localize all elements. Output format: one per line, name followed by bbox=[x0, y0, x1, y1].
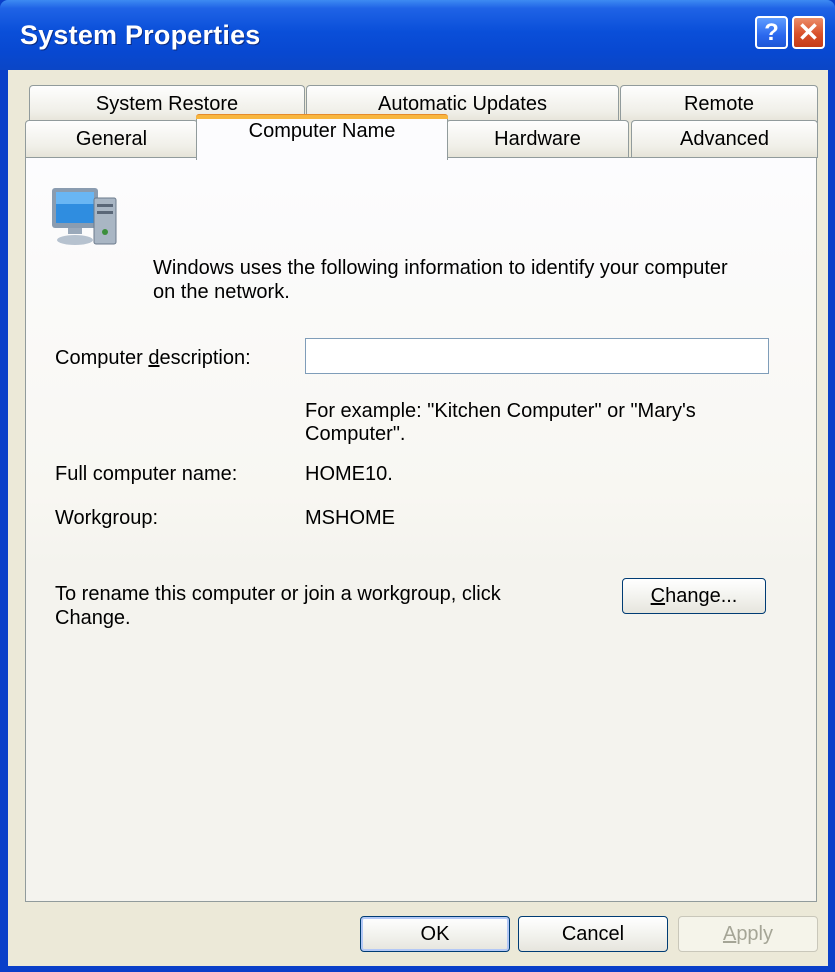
tab-hardware[interactable]: Hardware bbox=[446, 120, 629, 158]
ok-button[interactable]: OK bbox=[360, 916, 510, 952]
rename-text-line1: To rename this computer or join a workgr… bbox=[55, 583, 501, 605]
apply-button[interactable]: Apply bbox=[678, 916, 818, 952]
help-button[interactable]: ? bbox=[755, 16, 788, 49]
computer-description-label: Computer description: bbox=[55, 346, 251, 370]
computer-name-panel: Windows uses the following information t… bbox=[25, 157, 817, 902]
window-title: System Properties bbox=[20, 20, 261, 50]
intro-text-line1: Windows uses the following information t… bbox=[153, 257, 728, 279]
tab-advanced[interactable]: Advanced bbox=[631, 120, 818, 158]
system-properties-window: System Properties ? ✕ System Restore Aut… bbox=[0, 0, 835, 972]
example-text-line2: Computer". bbox=[305, 423, 406, 445]
computer-description-input[interactable] bbox=[305, 338, 769, 374]
computer-icon bbox=[52, 188, 117, 245]
tab-remote[interactable]: Remote bbox=[620, 85, 818, 123]
button-accelerator: A bbox=[722, 923, 737, 945]
dialog-body: System Restore Automatic Updates Remote … bbox=[8, 70, 828, 966]
workgroup-label: Workgroup: bbox=[55, 507, 159, 529]
label-part: Computer bbox=[55, 347, 149, 369]
label-accelerator: d bbox=[148, 347, 160, 369]
change-button[interactable]: Change... bbox=[622, 578, 766, 614]
rename-text-line2: Change. bbox=[55, 607, 131, 629]
close-icon: ✕ bbox=[797, 17, 820, 47]
close-button[interactable]: ✕ bbox=[792, 16, 825, 49]
example-text-line1: For example: "Kitchen Computer" or "Mary… bbox=[305, 400, 696, 422]
label-part: escription: bbox=[159, 347, 251, 369]
tab-computer-name[interactable]: Computer Name bbox=[196, 114, 448, 160]
full-computer-name-value: HOME10. bbox=[305, 463, 393, 485]
button-label: hange... bbox=[665, 585, 738, 607]
cancel-button[interactable]: Cancel bbox=[518, 916, 668, 952]
tab-general[interactable]: General bbox=[25, 120, 198, 158]
button-accelerator: C bbox=[650, 585, 666, 607]
full-computer-name-label: Full computer name: bbox=[55, 463, 238, 485]
title-bar[interactable]: System Properties ? ✕ bbox=[0, 0, 835, 70]
help-icon: ? bbox=[764, 19, 779, 46]
intro-text-line2: on the network. bbox=[153, 281, 290, 303]
workgroup-value: MSHOME bbox=[305, 507, 395, 529]
button-label: pply bbox=[736, 923, 774, 945]
